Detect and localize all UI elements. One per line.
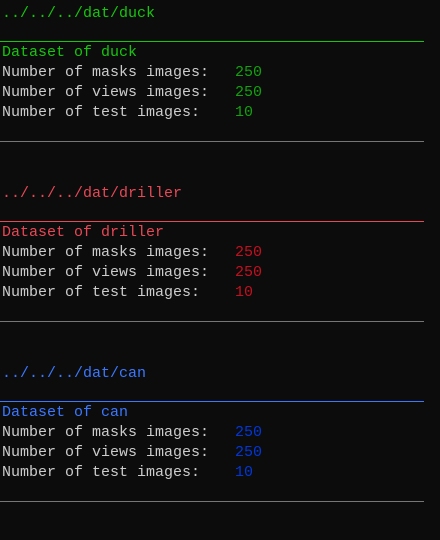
stat-label: Number of test images:: [2, 464, 201, 481]
stat-label: Number of masks images:: [2, 424, 210, 441]
stat-value: 250: [235, 424, 263, 441]
dataset-path: ../../../dat/driller: [2, 185, 183, 202]
stat-value: 10: [235, 284, 254, 301]
stat-label: Number of test images:: [2, 284, 201, 301]
stat-value: 250: [235, 244, 263, 261]
stat-row: Number of test images: 10: [2, 103, 253, 123]
separator-bottom: [0, 321, 424, 322]
stat-label: Number of masks images:: [2, 244, 210, 261]
dataset-title: Dataset of driller: [2, 224, 165, 241]
stat-value: 10: [235, 464, 254, 481]
stat-row: Number of masks images: 250: [2, 63, 262, 83]
stat-label: Number of views images:: [2, 84, 210, 101]
dataset-block: ../../../dat/duck Dataset of duck Number o…: [0, 0, 440, 180]
stat-row: Number of views images: 250: [2, 83, 262, 103]
stat-row: Number of test images: 10: [2, 463, 253, 483]
stat-label: Number of test images:: [2, 104, 201, 121]
dataset-block: ../../../dat/can Dataset of can Number of …: [0, 360, 440, 540]
stat-value: 250: [235, 84, 263, 101]
stat-value: 10: [235, 104, 254, 121]
separator-top: [0, 401, 424, 402]
dataset-title: Dataset of duck: [2, 44, 138, 61]
dataset-path: ../../../dat/can: [2, 365, 147, 382]
separator-top: [0, 41, 424, 42]
stat-row: Number of views images: 250: [2, 443, 262, 463]
stat-row: Number of masks images: 250: [2, 423, 262, 443]
stat-row: Number of test images: 10: [2, 283, 253, 303]
dataset-title: Dataset of can: [2, 404, 129, 421]
separator-bottom: [0, 501, 424, 502]
stat-value: 250: [235, 264, 263, 281]
stat-value: 250: [235, 64, 263, 81]
stat-label: Number of views images:: [2, 264, 210, 281]
stat-row: Number of masks images: 250: [2, 243, 262, 263]
dataset-block: ../../../dat/driller Dataset of driller Nu…: [0, 180, 440, 360]
separator-bottom: [0, 141, 424, 142]
stat-label: Number of views images:: [2, 444, 210, 461]
separator-top: [0, 221, 424, 222]
stat-value: 250: [235, 444, 263, 461]
stat-row: Number of views images: 250: [2, 263, 262, 283]
dataset-path: ../../../dat/duck: [2, 5, 156, 22]
stat-label: Number of masks images:: [2, 64, 210, 81]
